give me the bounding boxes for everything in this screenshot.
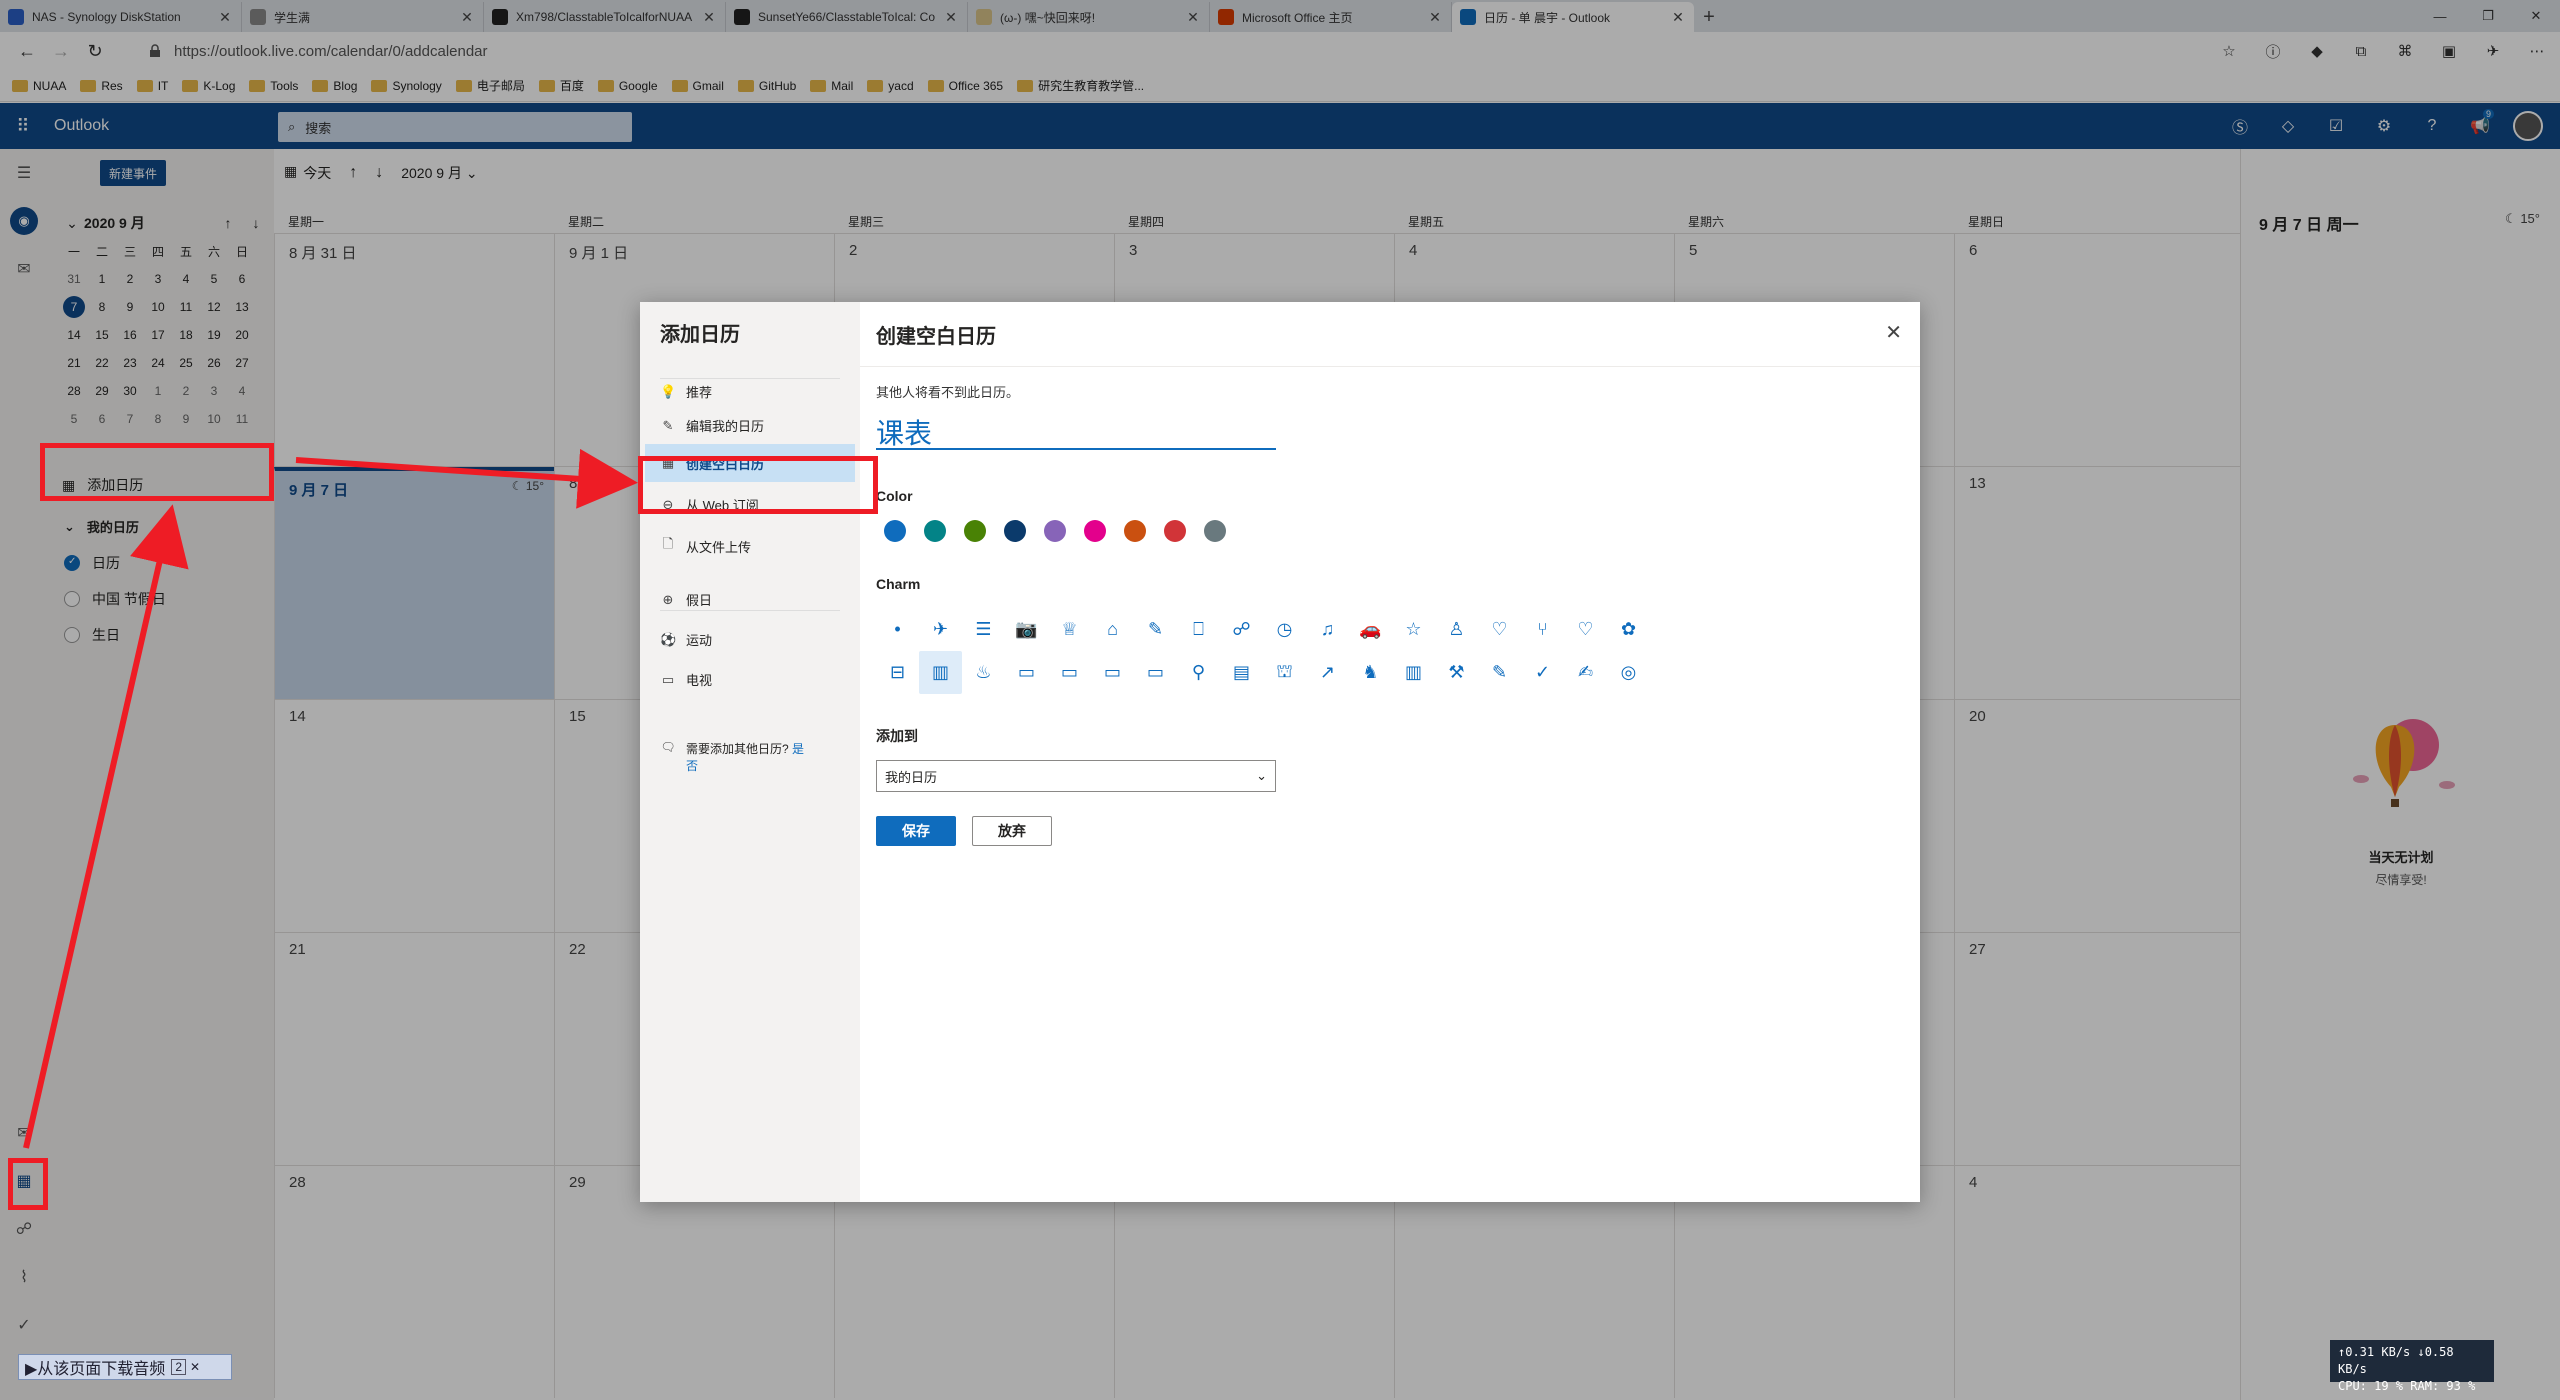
add-to-value: 我的日历: [885, 769, 938, 785]
charm-icon[interactable]: ☰: [962, 608, 1005, 651]
nav-ball[interactable]: ⚽ 运动: [660, 630, 856, 649]
charm-icon[interactable]: ✎: [1134, 608, 1177, 651]
color-swatches: [884, 520, 1226, 542]
nav-file[interactable]: 🗋 从文件上传: [660, 535, 856, 557]
charm-icon[interactable]: ⎕: [1177, 608, 1220, 651]
dialog-title: 创建空白日历: [876, 326, 996, 348]
dialog-nav: 添加日历 💡 推荐 ✎ 编辑我的日历 ▦ 创建空白日历 ⊖ 从 Web 订阅 🗋 从文件上传 ⊕ 假日…: [640, 302, 860, 1202]
color-swatch[interactable]: [1124, 520, 1146, 542]
color-swatch[interactable]: [1044, 520, 1066, 542]
feedback-question: 需要添加其他日历?: [686, 742, 789, 756]
add-calendar-dialog: 添加日历 💡 推荐 ✎ 编辑我的日历 ▦ 创建空白日历 ⊖ 从 Web 订阅 🗋 从文件上传 ⊕ 假日…: [640, 302, 1920, 1202]
charm-icon[interactable]: 🚗: [1349, 608, 1392, 651]
color-label: Color: [876, 488, 913, 504]
color-swatch[interactable]: [924, 520, 946, 542]
discard-button[interactable]: 放弃: [972, 816, 1052, 846]
charm-icon[interactable]: ⑂: [1521, 608, 1564, 651]
dialog-nav-title: 添加日历: [660, 324, 740, 346]
charm-icon[interactable]: ▤: [1220, 651, 1263, 694]
net-up: ↑0.31 KB/s: [2338, 1345, 2411, 1359]
calendar-name-input[interactable]: [876, 416, 1276, 450]
charm-icon[interactable]: ♡: [1478, 608, 1521, 651]
charm-icon[interactable]: 📷: [1005, 608, 1048, 651]
color-swatch[interactable]: [1004, 520, 1026, 542]
charm-icon[interactable]: ⊟: [876, 651, 919, 694]
add-to-label: 添加到: [876, 728, 918, 744]
charm-icon[interactable]: ⚒: [1435, 651, 1478, 694]
charm-label: Charm: [876, 576, 921, 592]
charm-icon[interactable]: ♕: [1048, 608, 1091, 651]
charm-icon[interactable]: ◎: [1607, 651, 1650, 694]
chevron-down-icon: ⌄: [1256, 768, 1267, 783]
charm-icon[interactable]: ▭: [1091, 651, 1134, 694]
color-swatch[interactable]: [1084, 520, 1106, 542]
dialog-subtitle: 其他人将看不到此日历。: [876, 385, 1020, 400]
charm-icon[interactable]: ✍: [1564, 651, 1607, 694]
charm-icon[interactable]: ✎: [1478, 651, 1521, 694]
audio-badge: 2: [171, 1359, 186, 1375]
charm-icon[interactable]: ♙: [1435, 608, 1478, 651]
color-swatch[interactable]: [1204, 520, 1226, 542]
charm-icon[interactable]: ✈: [919, 608, 962, 651]
audio-download-label: ▶从该页面下载音频: [25, 1361, 166, 1378]
nav-label: 运动: [686, 633, 713, 648]
nav-label: 电视: [686, 673, 713, 688]
color-swatch[interactable]: [884, 520, 906, 542]
charm-icon[interactable]: ▥: [919, 651, 962, 694]
charm-icon[interactable]: ⚲: [1177, 651, 1220, 694]
ball-icon: ⚽: [660, 631, 677, 647]
nav-label: 从文件上传: [686, 539, 752, 555]
close-icon[interactable]: ✕: [1885, 320, 1902, 345]
cpu-usage: CPU: 19 %: [2338, 1379, 2404, 1393]
dialog-content: 创建空白日历 ✕ 其他人将看不到此日历。 Color Charm •✈☰📷♕⌂✎…: [860, 302, 1920, 1202]
charm-icon[interactable]: ♞: [1349, 651, 1392, 694]
charm-grid: • ✈ ☰ 📷 ♕ ⌂ ✎ ⎕ ☍ ◷ ♫ 🚗 ☆ ♙ ♡ ⑂ ♡ ✿ ⊟ ▥ ♨ ▭ ▭ ▭ ▭ ⚲ ▤ ⛫ ↗ ♞ ▥ ⚒ ✎ ✓ ✍ ◎: [876, 608, 1650, 694]
tv-icon: ▭: [661, 671, 675, 687]
feedback-yes-link[interactable]: 是: [792, 742, 804, 756]
audio-download-bar[interactable]: ▶从该页面下载音频 2 ✕: [18, 1354, 232, 1380]
nav-label: 假日: [686, 593, 713, 608]
charm-icon[interactable]: •: [876, 608, 919, 651]
lightbulb-icon: 💡: [660, 383, 677, 399]
close-icon[interactable]: ✕: [190, 1360, 200, 1374]
color-swatch[interactable]: [1164, 520, 1186, 542]
save-button[interactable]: 保存: [876, 816, 956, 846]
file-icon: 🗋: [662, 536, 674, 551]
nav-label: 编辑我的日历: [686, 419, 765, 434]
charm-icon[interactable]: ◷: [1263, 608, 1306, 651]
charm-icon[interactable]: ▭: [1005, 651, 1048, 694]
charm-icon[interactable]: ♫: [1306, 608, 1349, 651]
nav-lightbulb[interactable]: 💡 推荐: [660, 382, 856, 401]
edit-icon: ✎: [662, 417, 674, 433]
charm-icon[interactable]: ▭: [1134, 651, 1177, 694]
charm-icon[interactable]: ▭: [1048, 651, 1091, 694]
add-to-dropdown[interactable]: 我的日历 ⌄: [876, 760, 1276, 792]
charm-icon[interactable]: ☍: [1220, 608, 1263, 651]
charm-icon[interactable]: ▥: [1392, 651, 1435, 694]
charm-icon[interactable]: ⛫: [1263, 651, 1306, 694]
charm-icon[interactable]: ☆: [1392, 608, 1435, 651]
feedback-icon: 🗨: [660, 740, 676, 754]
highlight-create-blank: [638, 456, 878, 514]
charm-icon[interactable]: ⌂: [1091, 608, 1134, 651]
highlight-calendar-rail: [8, 1158, 48, 1210]
highlight-add-calendar: [40, 443, 274, 501]
color-swatch[interactable]: [964, 520, 986, 542]
charm-icon[interactable]: ↗: [1306, 651, 1349, 694]
nav-label: 推荐: [686, 385, 713, 400]
ram-usage: RAM: 93 %: [2410, 1379, 2476, 1393]
charm-icon[interactable]: ♡: [1564, 608, 1607, 651]
charm-icon[interactable]: ♨: [962, 651, 1005, 694]
nav-globe[interactable]: ⊕ 假日: [660, 590, 856, 609]
network-monitor: ↑0.31 KB/s ↓0.58 KB/s CPU: 19 % RAM: 93 …: [2330, 1340, 2494, 1393]
nav-tv[interactable]: ▭ 电视: [660, 670, 856, 689]
charm-icon[interactable]: ✿: [1607, 608, 1650, 651]
nav-edit[interactable]: ✎ 编辑我的日历: [660, 416, 856, 435]
feedback-no-link[interactable]: 否: [686, 759, 698, 773]
feedback-prompt: 🗨 需要添加其他日历? 是否: [660, 740, 856, 774]
charm-icon[interactable]: ✓: [1521, 651, 1564, 694]
globe-icon: ⊕: [662, 591, 674, 607]
